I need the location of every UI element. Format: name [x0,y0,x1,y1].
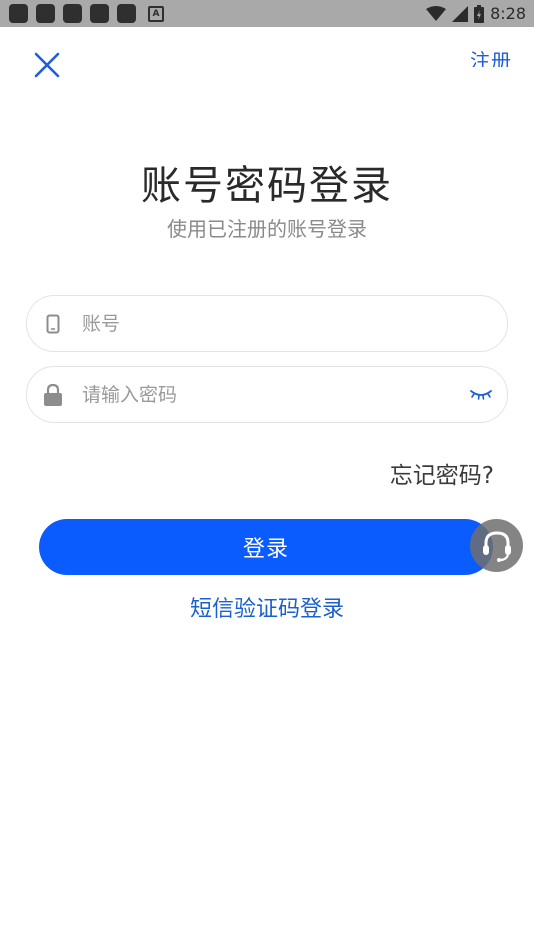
system-status: 8:28 [426,0,526,27]
clock: 8:28 [490,4,526,23]
password-input[interactable] [80,382,454,407]
app-notification-icon [9,4,28,23]
headset-icon [482,530,511,562]
sms-login-link[interactable]: 短信验证码登录 [0,591,534,623]
forgot-password-link[interactable]: 忘记密码? [390,456,494,490]
a-icon: A [148,5,164,22]
eye-closed-icon[interactable] [469,384,493,404]
app-notification-icon [36,4,55,23]
register-link[interactable]: 注册 [470,45,512,67]
phone-icon [44,313,62,335]
account-input[interactable] [80,311,454,336]
close-icon [34,52,60,78]
app-notification-icon [63,4,82,23]
account-field[interactable] [26,295,508,352]
lock-icon [44,383,62,406]
login-button[interactable]: 登录 [39,519,493,575]
signal-icon [452,5,469,22]
support-button[interactable] [470,519,523,572]
page-title: 账号密码登录 [141,163,393,209]
wifi-icon [426,5,447,21]
status-bar: A 8:28 [0,0,534,27]
notification-icons: A [9,4,164,23]
close-button[interactable] [32,50,62,80]
app-notification-icon [90,4,109,23]
battery-icon [474,4,485,23]
app-notification-icon [117,4,136,23]
password-field[interactable] [26,366,508,423]
page-subtitle: 使用已注册的账号登录 [167,217,367,241]
